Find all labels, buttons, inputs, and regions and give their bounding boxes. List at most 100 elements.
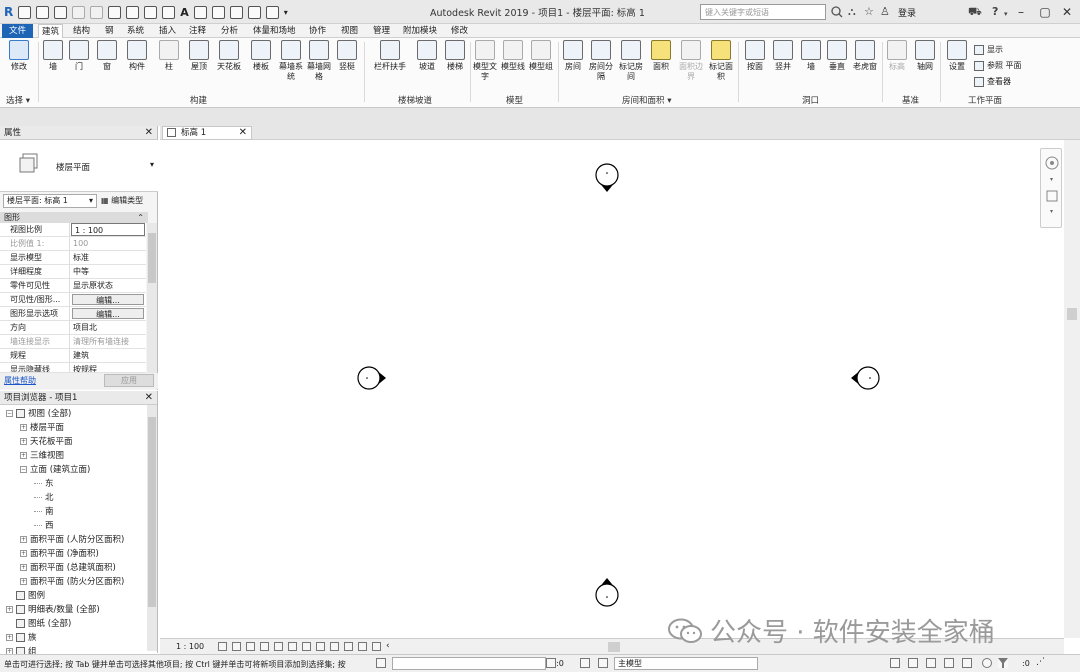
expand-icon[interactable]: + [20, 563, 27, 571]
lock-view-icon[interactable] [316, 642, 325, 651]
search-input[interactable]: 键入关键字或短语 [700, 4, 826, 20]
close-icon[interactable]: ✕ [145, 391, 153, 405]
curtain-grid-button[interactable]: 幕墙网格 [304, 40, 334, 82]
expand-icon[interactable]: + [20, 437, 27, 445]
expand-icon[interactable]: + [6, 605, 13, 613]
select-by-face-icon[interactable] [944, 658, 954, 668]
tab-steel[interactable]: 钢 [102, 24, 117, 38]
north-elevation-marker[interactable] [595, 163, 619, 192]
maximize-button[interactable]: ▢ [1034, 3, 1056, 21]
type-selector[interactable]: 楼层平面 ▾ [0, 140, 158, 192]
analytical-model-icon[interactable] [372, 642, 381, 651]
browser-item[interactable]: 东 [34, 477, 54, 489]
close-hidden-icon[interactable] [247, 5, 261, 19]
window-button[interactable]: 窗 [92, 40, 122, 72]
measure-icon[interactable] [126, 5, 140, 19]
close-icon[interactable]: ✕ [239, 127, 247, 139]
collapse-icon[interactable]: − [20, 465, 27, 473]
area-button[interactable]: 面积 [646, 40, 676, 72]
sync-icon[interactable] [54, 5, 68, 19]
view-scale-input[interactable]: 1 : 100 [71, 223, 145, 236]
tab-annotate[interactable]: 注释 [186, 24, 209, 38]
select-group-label[interactable]: 选择 ▾ [6, 94, 30, 106]
vertical-scrollbar[interactable] [1064, 140, 1080, 638]
east-elevation-marker[interactable] [851, 366, 880, 390]
curtain-system-button[interactable]: 幕墙系统 [276, 40, 306, 82]
drag-elements-icon[interactable] [962, 658, 972, 668]
editable-icon[interactable] [546, 658, 556, 668]
railing-button[interactable]: 栏杆扶手 [370, 40, 410, 72]
browser-scrollbar[interactable] [147, 405, 157, 651]
set-workplane-button[interactable]: 设置 [942, 40, 972, 72]
cart-icon[interactable]: ⛟ [968, 5, 982, 19]
login-link[interactable]: 登录 [898, 6, 916, 19]
viewer-button[interactable]: 查看器 [974, 76, 1011, 87]
steering-wheel-icon[interactable]: ▾▾ [1041, 149, 1063, 229]
mullion-button[interactable]: 竖梃 [332, 40, 362, 72]
open-icon[interactable] [18, 5, 32, 19]
ceiling-button[interactable]: 天花板 [214, 40, 244, 72]
model-text-button[interactable]: 模型文字 [470, 40, 500, 82]
ramp-button[interactable]: 坡道 [412, 40, 442, 72]
door-button[interactable]: 门 [64, 40, 94, 72]
temp-hide-icon[interactable] [330, 642, 339, 651]
crop-view-icon[interactable] [288, 642, 297, 651]
browser-item[interactable]: − 立面 (建筑立面) [20, 463, 90, 475]
tab-massing-site[interactable]: 体量和场地 [250, 24, 299, 38]
redo-icon[interactable] [90, 5, 104, 19]
tab-file[interactable]: 文件 [2, 24, 34, 38]
graphic-display-edit-button[interactable]: 编辑... [72, 308, 144, 319]
select-links-icon[interactable] [890, 658, 900, 668]
tag-room-button[interactable]: 标记房间 [616, 40, 646, 82]
browser-item[interactable]: 图例 [6, 589, 45, 601]
prop-value[interactable]: 建筑 [70, 349, 146, 362]
prop-value[interactable]: 标准 [70, 251, 146, 264]
detail-level-icon[interactable] [218, 642, 227, 651]
stair-button[interactable]: 楼梯 [440, 40, 470, 72]
tab-analyze[interactable]: 分析 [218, 24, 241, 38]
ref-plane-button[interactable]: 参照 平面 [974, 60, 1022, 71]
thin-lines-icon[interactable] [229, 5, 243, 19]
design-options-icon[interactable] [580, 658, 590, 668]
user-icon[interactable]: ♙ [880, 5, 890, 19]
temp-view-properties-icon[interactable] [358, 642, 367, 651]
apply-button[interactable]: 应用 [104, 374, 154, 387]
tag-icon[interactable] [162, 5, 176, 19]
chevron-down-icon[interactable]: ▾ [150, 160, 154, 169]
dormer-button[interactable]: 老虎窗 [850, 40, 880, 72]
visibility-edit-button[interactable]: 编辑... [72, 294, 144, 305]
help-dropdown-icon[interactable]: ▾ [1004, 7, 1008, 21]
prop-value[interactable]: 中等 [70, 265, 146, 278]
model-group-button[interactable]: 模型组 [526, 40, 556, 72]
properties-help-link[interactable]: 属性帮助 [4, 375, 36, 386]
browser-item[interactable]: + 面积平面 (防火分区面积) [20, 575, 124, 587]
switch-windows-icon[interactable] [265, 5, 279, 19]
column-button[interactable]: 柱 [154, 40, 184, 72]
prop-value[interactable]: 按规程 [70, 363, 146, 372]
expand-icon[interactable]: + [20, 451, 27, 459]
select-pinned-icon[interactable] [926, 658, 936, 668]
subscription-icon[interactable]: ⛬ [848, 5, 856, 19]
tab-view[interactable]: 视图 [338, 24, 361, 38]
room-separator-button[interactable]: 房间分隔 [586, 40, 616, 82]
option-set-icon[interactable] [598, 658, 608, 668]
tab-structure[interactable]: 结构 [70, 24, 93, 38]
browser-item[interactable]: + 天花板平面 [20, 435, 73, 447]
select-underlay-icon[interactable] [908, 658, 918, 668]
tab-level-1[interactable]: 标高 1 ✕ [162, 126, 252, 140]
prop-value[interactable]: 显示原状态 [70, 279, 146, 292]
show-crop-icon[interactable] [302, 642, 311, 651]
floor-button[interactable]: 楼板 [246, 40, 276, 72]
tab-modify[interactable]: 修改 [448, 24, 471, 38]
south-elevation-marker[interactable] [595, 578, 619, 607]
level-button[interactable]: 标高 [882, 40, 912, 72]
tab-insert[interactable]: 插入 [156, 24, 179, 38]
model-line-button[interactable]: 模型线 [498, 40, 528, 72]
browser-item[interactable]: 南 [34, 505, 54, 517]
edit-type-button[interactable]: ▦ 编辑类型 [101, 195, 143, 206]
render-icon[interactable] [274, 642, 283, 651]
drawing-canvas[interactable] [160, 140, 1064, 638]
expand-icon[interactable]: + [20, 535, 27, 543]
text-icon[interactable]: A [180, 6, 189, 19]
tag-area-button[interactable]: 标记面积 [706, 40, 736, 82]
